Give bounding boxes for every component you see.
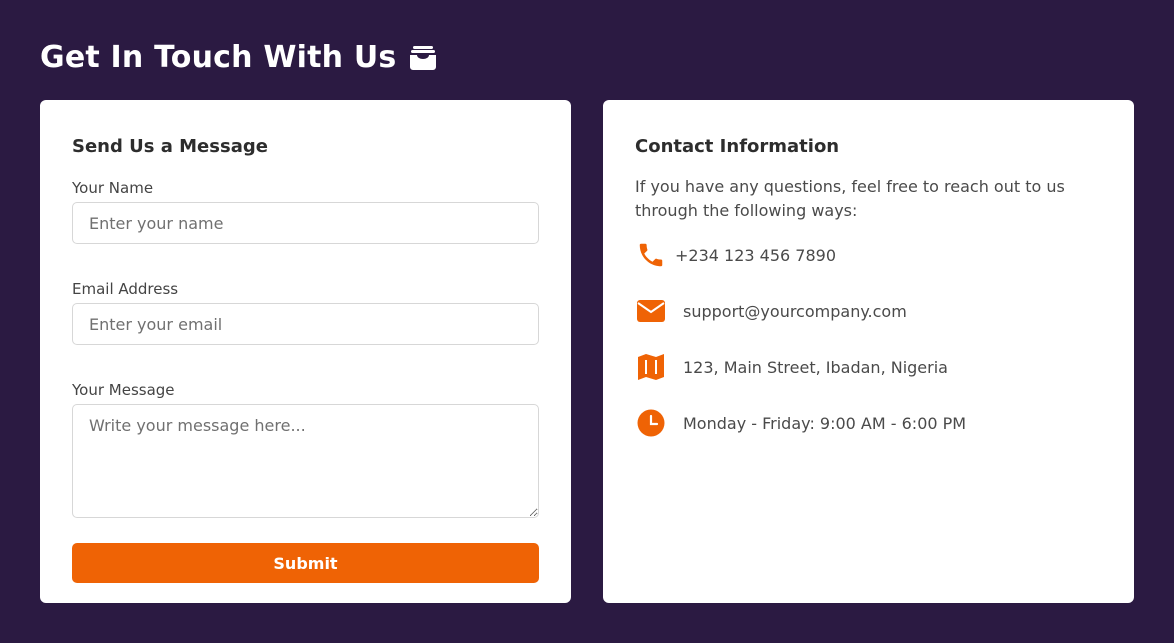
contact-phone-row: +234 123 456 7890 <box>635 239 1102 271</box>
submit-button[interactable]: Submit <box>72 543 539 583</box>
contact-title: Contact Information <box>635 136 840 157</box>
message-textarea[interactable] <box>72 404 539 518</box>
inbox-tray-icon <box>409 45 437 71</box>
contact-address-text: 123, Main Street, Ibadan, Nigeria <box>683 357 948 377</box>
name-label: Your Name <box>72 179 154 197</box>
phone-icon <box>635 239 667 271</box>
email-label: Email Address <box>72 280 179 298</box>
message-label: Your Message <box>72 381 175 399</box>
contact-intro: If you have any questions, feel free to … <box>635 177 1065 220</box>
contact-hours-text: Monday - Friday: 9:00 AM - 6:00 PM <box>683 413 967 433</box>
contact-email-text: support@yourcompany.com <box>683 301 907 321</box>
contact-info-card: Contact Information If you have any ques… <box>603 100 1134 603</box>
map-icon <box>635 351 667 383</box>
email-input[interactable] <box>72 303 539 345</box>
contact-hours-row: Monday - Friday: 9:00 AM - 6:00 PM <box>635 407 1102 439</box>
contact-email-row: support@yourcompany.com <box>635 295 1102 327</box>
envelope-icon <box>635 295 667 327</box>
page-title: Get In Touch With Us <box>40 40 437 75</box>
page-title-text: Get In Touch With Us <box>40 40 397 75</box>
message-form-card: Send Us a Message Your Name Email Addres… <box>40 100 571 603</box>
form-title: Send Us a Message <box>72 136 268 157</box>
contact-address-row: 123, Main Street, Ibadan, Nigeria <box>635 351 1102 383</box>
contact-phone-text: +234 123 456 7890 <box>675 245 836 265</box>
name-input[interactable] <box>72 202 539 244</box>
clock-icon <box>635 407 667 439</box>
